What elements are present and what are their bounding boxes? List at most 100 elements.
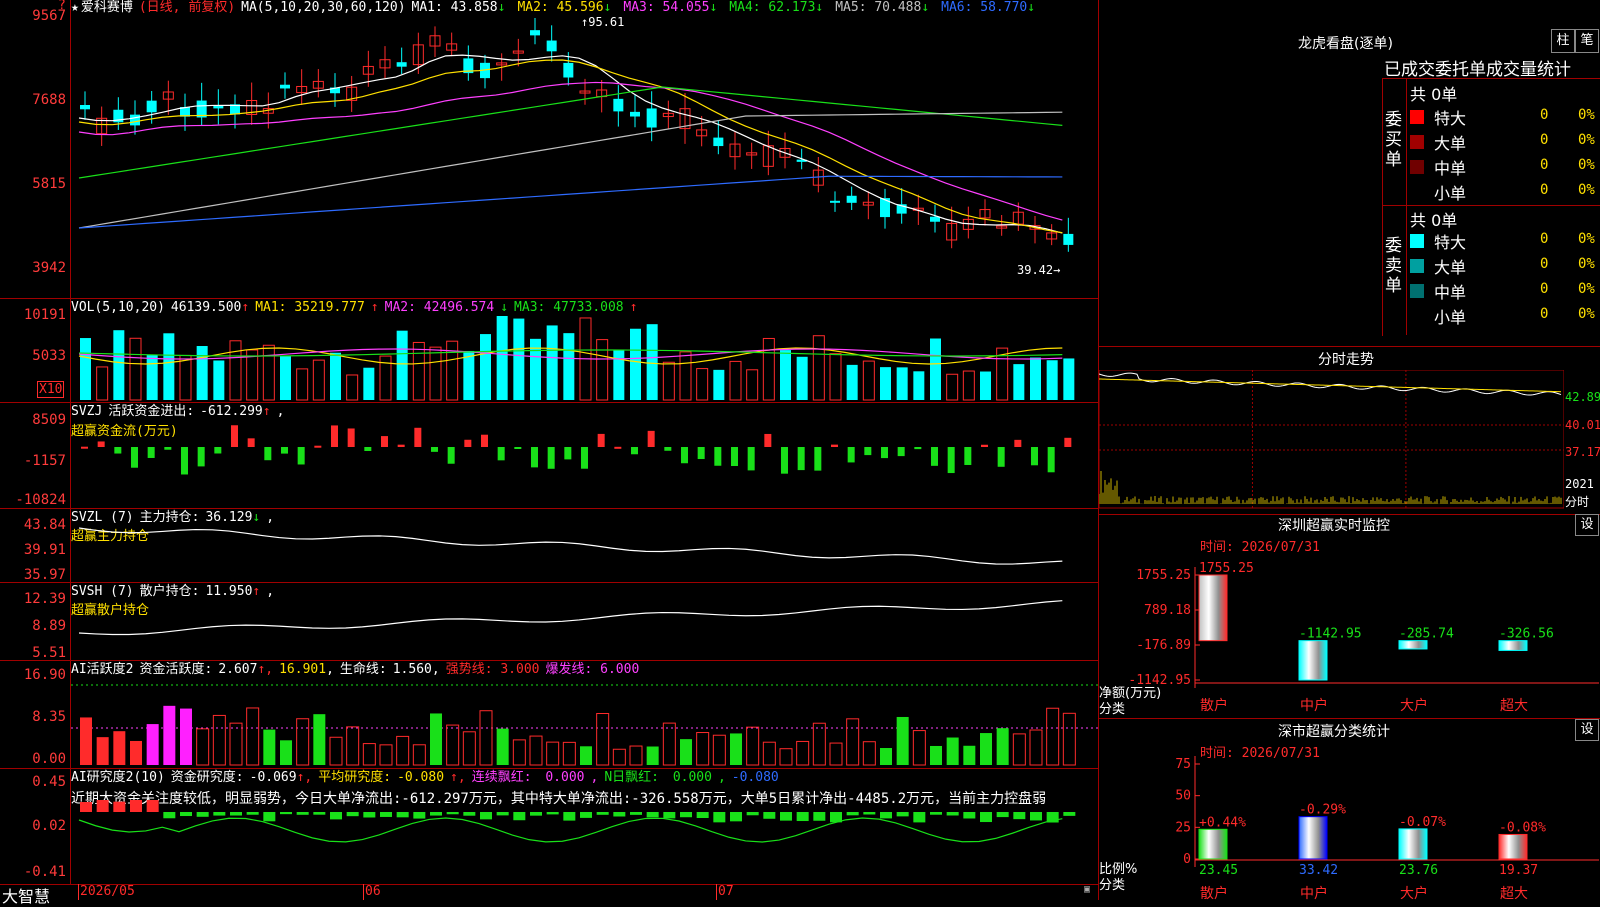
app-logo: 大智慧 (2, 887, 51, 906)
flow-bar (681, 447, 688, 464)
monitor-settings-button[interactable]: 设 (1575, 514, 1599, 536)
volume-header: VOL(5,10,20) 46139.500↑ MA1: 35219.777 ↑ MA2… (71, 300, 638, 315)
activity-bar (796, 740, 810, 766)
svzl-axis-2: 39.91 (23, 542, 66, 558)
category-bar (1198, 828, 1228, 860)
bar-mode-button[interactable]: 柱 (1551, 29, 1575, 53)
star-icon[interactable]: ★ (71, 0, 79, 15)
research-bar (230, 812, 242, 816)
research-bar (646, 812, 659, 818)
category-name: 大户 (1400, 697, 1428, 714)
legend-square (1410, 259, 1424, 273)
volume-bar (946, 373, 959, 401)
research-chart[interactable] (71, 800, 1098, 882)
category-bar (1398, 828, 1428, 860)
ts-frame (1099, 370, 1564, 509)
activity-bar (462, 731, 476, 766)
tick-mode-button[interactable]: 笔 (1575, 29, 1599, 53)
flow-bar (247, 438, 255, 447)
svsh-axis-2: 8.89 (32, 618, 66, 634)
volume-bar (829, 353, 842, 401)
order-count: 0 (1540, 107, 1549, 123)
flow-bar (831, 444, 838, 447)
activity-bar (930, 745, 942, 765)
flow-bar (931, 447, 938, 466)
activity-bar (280, 740, 292, 765)
legend-square (1410, 110, 1424, 124)
svzj-axis-2: -1157 (23, 453, 66, 469)
candle-down (563, 62, 574, 78)
candlestick-chart[interactable] (71, 18, 1098, 296)
category-settings-button[interactable]: 设 (1575, 719, 1599, 741)
research-bar (730, 812, 742, 822)
flow-bar (964, 447, 972, 465)
volume-bar (896, 367, 908, 400)
flow-bar (864, 447, 872, 456)
flow-bar (1031, 447, 1038, 466)
research-bar (463, 812, 476, 816)
capital-flow-chart[interactable] (71, 415, 1098, 507)
research-bar (313, 812, 326, 815)
order-count: 0 (1540, 231, 1549, 247)
candle-down (1063, 233, 1074, 245)
y-axis-label: -1142.95 (1128, 673, 1191, 688)
candle-down (930, 216, 940, 222)
research-bar (246, 812, 259, 815)
ma-value-3: MA3: 54.055↓ (623, 0, 718, 15)
flow-bar (297, 447, 305, 465)
volume-bar (363, 367, 375, 400)
category-name: 中户 (1300, 697, 1328, 714)
legend-square (1410, 284, 1424, 298)
activity-bar (146, 724, 159, 765)
volume-bar (513, 318, 525, 400)
flow-bar (514, 447, 522, 449)
volume-bar (129, 337, 142, 401)
activity-bar (896, 716, 909, 765)
activity-chart[interactable] (71, 672, 1098, 767)
timeshare-price-2: 40.01 (1565, 418, 1600, 432)
category-name: 散户 (1200, 697, 1228, 714)
activity-bar (562, 741, 576, 766)
volume-bar (463, 350, 475, 400)
flow-bar (747, 447, 755, 471)
research-bar (196, 812, 209, 817)
volume-chart[interactable] (71, 316, 1098, 401)
activity-bar (762, 741, 776, 766)
candle-down (146, 100, 157, 113)
activity-bar (196, 728, 210, 766)
research-bar (580, 812, 592, 818)
bar-value-label: -0.29% (1299, 803, 1346, 818)
lock-icon[interactable]: ▣ (1084, 884, 1090, 895)
volume-bar (746, 369, 759, 401)
timeshare-chart[interactable] (1099, 370, 1564, 510)
activity-bar (229, 722, 243, 766)
activity-bar (379, 744, 393, 766)
volume-bar (662, 361, 675, 401)
volume-bar (546, 325, 558, 400)
category-bar (1498, 640, 1528, 651)
activity-bar (696, 732, 710, 766)
volume-bar (1046, 360, 1058, 400)
monitor-chart[interactable]: 1755.25 789.18 -176.89 -1142.95 1755.25 散户 -11… (1099, 548, 1600, 718)
activity-bar (96, 737, 109, 765)
candle-down (130, 114, 140, 126)
candle-down (846, 195, 857, 203)
x-tick-1 (78, 884, 79, 900)
category-chart[interactable]: 75 50 25 0 +0.44% 23.45 散户 -0.29% 33.42 中户 -0.07% 2… (1099, 756, 1600, 900)
timeshare-price-1: 42.89 (1565, 390, 1600, 404)
chart-mode[interactable]: (日线, 前复权) (139, 0, 235, 15)
order-type: 特大 (1434, 233, 1467, 252)
volume-bar (796, 356, 808, 400)
research-bar (796, 812, 809, 822)
flow-bar (214, 447, 222, 454)
air-axis-1: 0.45 (32, 774, 66, 790)
retail-holding-chart[interactable] (71, 595, 1098, 659)
activity-bar (163, 705, 176, 765)
category-bar (1398, 640, 1428, 650)
research-bar (280, 812, 292, 815)
order-count: 0 (1540, 157, 1549, 173)
volume-bar (346, 374, 359, 401)
ma2-line (78, 59, 1063, 234)
main-holding-chart[interactable] (71, 520, 1098, 582)
flow-bar (1047, 447, 1055, 473)
